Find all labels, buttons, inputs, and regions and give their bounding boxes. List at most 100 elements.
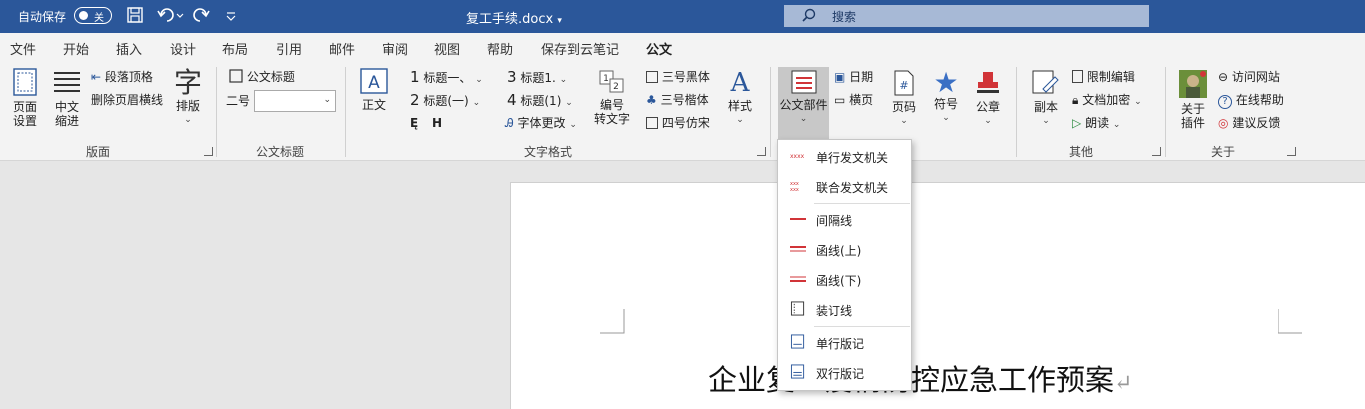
save-icon[interactable] bbox=[126, 6, 144, 29]
heading-1-number: 1 bbox=[410, 68, 420, 86]
restrict-edit-button[interactable]: 限制编辑 bbox=[1072, 69, 1135, 85]
margin-corner-left bbox=[600, 309, 625, 334]
tab-design[interactable]: 设计 bbox=[170, 39, 196, 58]
sanhao-kaiti-button[interactable]: ♣ 三号楷体 bbox=[646, 92, 709, 108]
dialog-launcher-icon[interactable] bbox=[204, 147, 213, 156]
redo-icon[interactable] bbox=[193, 6, 211, 29]
menu-item-single-issuer[interactable]: xxxx 单行发文机关 bbox=[778, 142, 911, 170]
paragraph-top-button[interactable]: ⇤ 段落顶格 bbox=[91, 69, 153, 85]
about-plugin-button[interactable]: 关于 插件 bbox=[1175, 69, 1211, 130]
tab-save-cloud-note[interactable]: 保存到云笔记 bbox=[541, 39, 619, 58]
document-heading[interactable]: 企业复工疫情防控应急工作预案↵ bbox=[708, 357, 1132, 399]
menu-item-separator-line[interactable]: 间隔线 bbox=[778, 205, 911, 233]
paragraph-top-label: 段落顶格 bbox=[104, 70, 153, 84]
font-size-select[interactable]: ⌄ bbox=[254, 90, 336, 112]
star-icon: ★ bbox=[933, 66, 959, 99]
gongwen-title-button[interactable]: 公文标题 bbox=[229, 69, 295, 85]
tab-references[interactable]: 引用 bbox=[276, 39, 302, 58]
letter-line-top-icon bbox=[790, 246, 806, 252]
tab-view[interactable]: 视图 bbox=[434, 39, 460, 58]
undo-icon[interactable] bbox=[156, 6, 186, 29]
menu-item-letter-line-bottom[interactable]: 函线(下) bbox=[778, 265, 911, 293]
chinese-indent-button[interactable]: 中文 缩进 bbox=[48, 67, 86, 128]
heading-4-button[interactable]: 4 标题(1) ⌄ bbox=[507, 92, 573, 111]
menu-item-binding-line[interactable]: 装订线 bbox=[778, 295, 911, 323]
gongwen-parts-label: 公文部件 bbox=[779, 98, 828, 112]
encrypt-doc-button[interactable]: 🔒︎ 文档加密 ⌄ bbox=[1072, 92, 1142, 110]
svg-text:1: 1 bbox=[603, 74, 609, 84]
svg-text:xxxx: xxxx bbox=[790, 153, 805, 160]
tab-review[interactable]: 审阅 bbox=[382, 39, 408, 58]
font-change-button[interactable]: Ꭿ 字体更改 ⌄ bbox=[505, 115, 577, 133]
customize-qat-icon[interactable] bbox=[225, 6, 237, 29]
restrict-edit-label: 限制编辑 bbox=[1086, 70, 1135, 84]
number-to-text-button[interactable]: 12 编号 转文字 bbox=[592, 69, 632, 126]
style-button[interactable]: A 样式 ⌄ bbox=[722, 67, 758, 127]
page-setup-label-1: 页面 bbox=[12, 100, 37, 114]
double-colophon-icon bbox=[790, 364, 805, 379]
tab-layout[interactable]: 布局 bbox=[222, 39, 248, 58]
group-label-text-format: 文字格式 bbox=[524, 145, 573, 159]
feedback-button[interactable]: ◎ 建议反馈 bbox=[1218, 115, 1280, 131]
title-bar: 自动保存 关 复工手续.docx ▾ 搜索 bbox=[0, 0, 1365, 33]
encrypt-label: 文档加密 bbox=[1082, 93, 1131, 107]
sanhao-heiti-button[interactable]: 三号黑体 bbox=[646, 69, 710, 85]
gongwen-parts-button[interactable]: 公文部件 ⌄ bbox=[778, 69, 829, 126]
menu-item-label: 函线(下) bbox=[816, 274, 862, 288]
bold-h-button[interactable]: H bbox=[432, 115, 442, 131]
chevron-down-icon: ⌄ bbox=[569, 120, 577, 130]
dialog-launcher-icon[interactable] bbox=[1152, 147, 1161, 156]
delete-header-line-button[interactable]: 删除页眉横线 bbox=[91, 92, 163, 108]
page-setup-button[interactable]: 页面 设置 bbox=[6, 67, 44, 128]
seal-button[interactable]: 公章 ⌄ bbox=[970, 69, 1006, 128]
sihao-fangsong-button[interactable]: 四号仿宋 bbox=[646, 115, 710, 131]
page-number-icon: # bbox=[894, 70, 914, 96]
menu-item-double-colophon[interactable]: 双行版记 bbox=[778, 358, 911, 386]
font-change-icon: Ꭿ bbox=[505, 116, 514, 130]
chevron-down-icon: ⌄ bbox=[472, 98, 481, 108]
body-text-button[interactable]: A 正文 bbox=[356, 67, 392, 112]
menu-item-joint-issuer[interactable]: xxx xxx 联合发文机关 bbox=[778, 172, 911, 200]
bold-e-button[interactable]: Ę bbox=[410, 115, 418, 131]
chevron-down-icon: ⌄ bbox=[900, 116, 908, 126]
search-input[interactable]: 搜索 bbox=[784, 5, 1149, 27]
sihao-fangsong-label: 四号仿宋 bbox=[661, 116, 710, 130]
symbol-label: 符号 bbox=[933, 97, 958, 111]
menu-item-label: 联合发文机关 bbox=[816, 181, 889, 195]
tab-mailings[interactable]: 邮件 bbox=[329, 39, 355, 58]
online-help-button[interactable]: ? 在线帮助 bbox=[1218, 92, 1284, 109]
dialog-launcher-icon[interactable] bbox=[1287, 147, 1296, 156]
date-button[interactable]: ▣ 日期 bbox=[834, 69, 873, 85]
symbol-button[interactable]: ★ 符号 ⌄ bbox=[928, 69, 964, 125]
landscape-page-button[interactable]: ▭ 横页 bbox=[834, 92, 873, 108]
tab-insert[interactable]: 插入 bbox=[116, 39, 142, 58]
ribbon: 页面 设置 中文 缩进 ⇤ 段落顶格 删除页眉横线 字 排版 ⌄ 版面 公文标题… bbox=[0, 61, 1365, 161]
read-aloud-button[interactable]: ▷ 朗读 ⌄ bbox=[1072, 115, 1120, 133]
document-title[interactable]: 复工手续.docx ▾ bbox=[466, 8, 562, 27]
tab-file[interactable]: 文件 bbox=[10, 39, 36, 58]
typeset-label: 排版 bbox=[175, 99, 200, 113]
heading-1-button[interactable]: 1 标题一、 ⌄ bbox=[410, 69, 483, 88]
typeset-button[interactable]: 字 排版 ⌄ bbox=[170, 67, 206, 127]
visit-website-button[interactable]: ⊖ 访问网站 bbox=[1218, 69, 1280, 85]
typeset-icon: 字 bbox=[173, 66, 202, 99]
gongwen-parts-icon bbox=[791, 70, 816, 94]
dialog-launcher-icon[interactable] bbox=[757, 147, 766, 156]
tab-home[interactable]: 开始 bbox=[63, 39, 89, 58]
svg-text:xxx: xxx bbox=[790, 187, 799, 192]
tab-gongwen[interactable]: 公文 bbox=[646, 39, 673, 64]
menu-item-letter-line-top[interactable]: 函线(上) bbox=[778, 235, 911, 263]
menu-item-single-colophon[interactable]: 单行版记 bbox=[778, 328, 911, 356]
chevron-down-icon: ⌄ bbox=[565, 98, 573, 108]
svg-text:#: # bbox=[899, 79, 908, 92]
tab-help[interactable]: 帮助 bbox=[487, 39, 513, 58]
document-canvas[interactable] bbox=[0, 162, 1365, 409]
link-icon: ⊖ bbox=[1218, 70, 1229, 84]
autosave-toggle[interactable]: 关 bbox=[74, 7, 112, 24]
page-number-button[interactable]: # 页码 ⌄ bbox=[886, 69, 922, 128]
heading-3-button[interactable]: 3 标题1. ⌄ bbox=[507, 69, 567, 88]
heading-2-button[interactable]: 2 标题(一) ⌄ bbox=[410, 92, 480, 111]
style-icon: A bbox=[730, 68, 750, 98]
copy-button[interactable]: 副本 ⌄ bbox=[1028, 69, 1064, 128]
landscape-icon: ▭ bbox=[834, 93, 846, 107]
